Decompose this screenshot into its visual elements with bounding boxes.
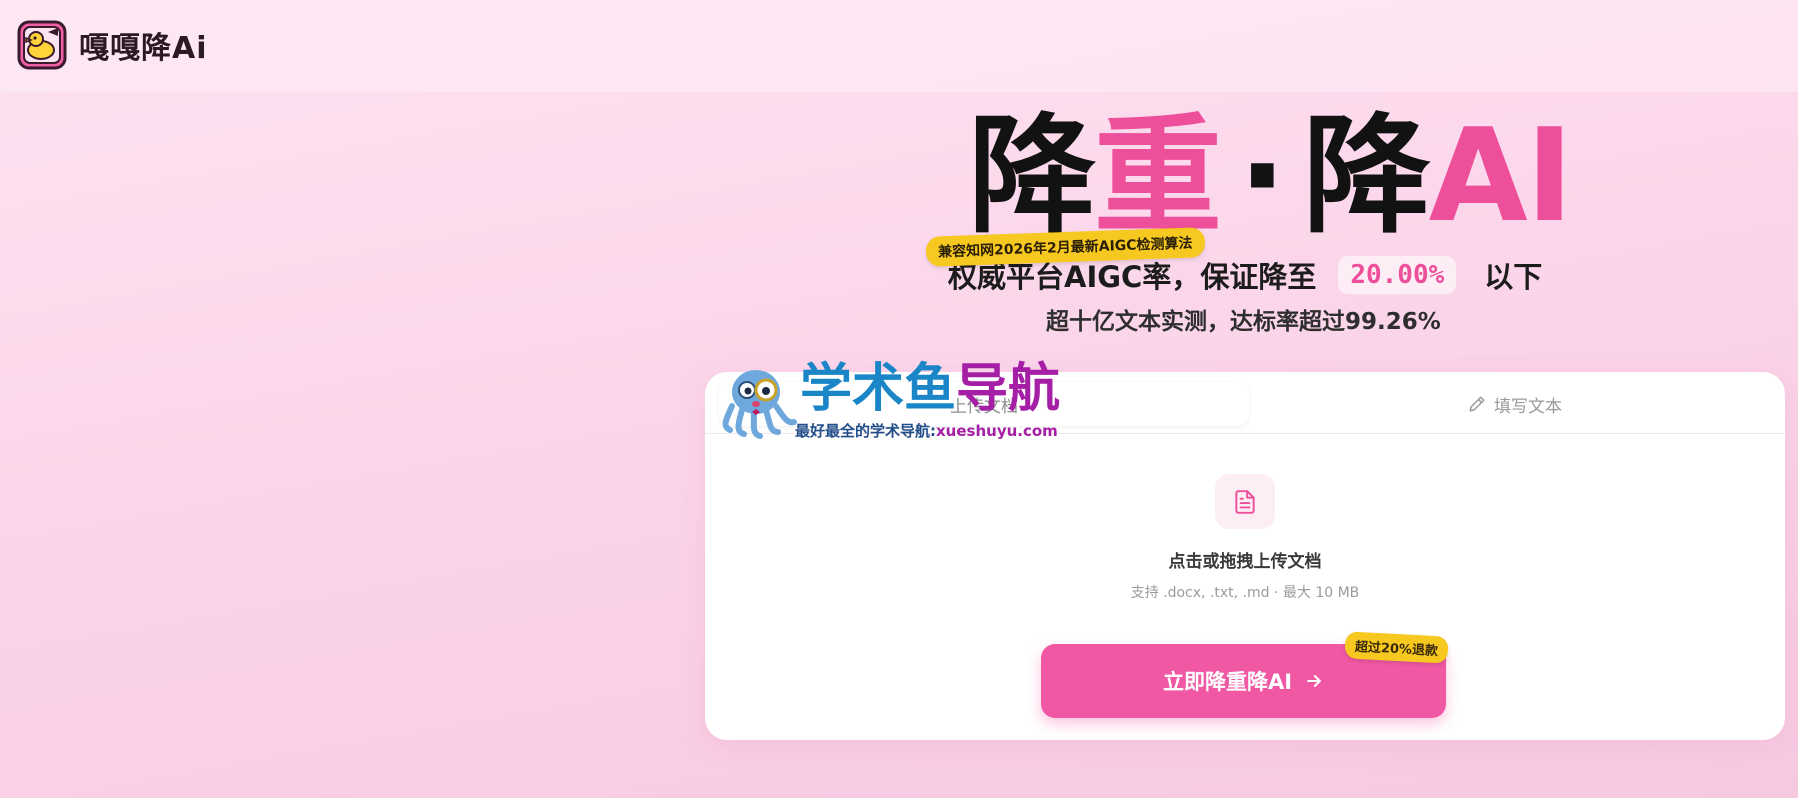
watermark-subtitle: 最好最全的学术导航:xueshuyu.com [795, 420, 1058, 441]
watermark-overlay: 学术鱼导航 最好最全的学术导航:xueshuyu.com [718, 358, 1100, 442]
watermark-title-part2: 导航 [956, 359, 1061, 419]
watermark-subtitle-text: 最好最全的学术导航: [795, 422, 936, 440]
hero-title-part3: 降 [1302, 102, 1431, 251]
file-icon-container [1215, 474, 1275, 529]
rate-highlight: 20.00% [1338, 256, 1457, 294]
subtitle-suffix: 以下 [1484, 260, 1543, 294]
octopus-mascot-icon [722, 370, 797, 439]
watermark-title: 学术鱼导航 [800, 360, 1060, 418]
hero-title: 降重 · 降AI [968, 112, 1573, 242]
upload-hint: 支持 .docx, .txt, .md · 最大 10 MB [1130, 585, 1360, 601]
tab-enter-text[interactable]: 填写文本 [1265, 382, 1765, 426]
upload-title: 点击或拖拽上传文档 [1168, 552, 1322, 572]
hero-title-part1: 降 [968, 102, 1096, 251]
pen-icon [1469, 396, 1485, 412]
file-drop-zone[interactable]: 点击或拖拽上传文档 支持 .docx, .txt, .md · 最大 10 MB [705, 442, 1785, 602]
arrow-right-icon [1307, 675, 1321, 687]
hero-subline: 超十亿文本实测，达标率超过99.26% [1046, 309, 1441, 335]
watermark-title-part1: 学术鱼 [800, 359, 957, 419]
refund-badge: 超过20%退款 [1344, 631, 1449, 664]
brand-logo[interactable]: 嘎嘎降Ai [17, 20, 208, 70]
top-bar: 嘎嘎降Ai [0, 0, 1798, 92]
brand-name: 嘎嘎降Ai [79, 31, 208, 66]
submit-button-label: 立即降重降AI [1162, 670, 1293, 694]
duck-logo-icon [17, 20, 67, 70]
file-text-icon [1235, 489, 1255, 514]
hero-title-part4: AI [1428, 102, 1574, 251]
tab-text-label: 填写文本 [1494, 396, 1562, 417]
hero-title-dot: · [1238, 102, 1287, 251]
watermark-url: xueshuyu.com [936, 422, 1058, 440]
